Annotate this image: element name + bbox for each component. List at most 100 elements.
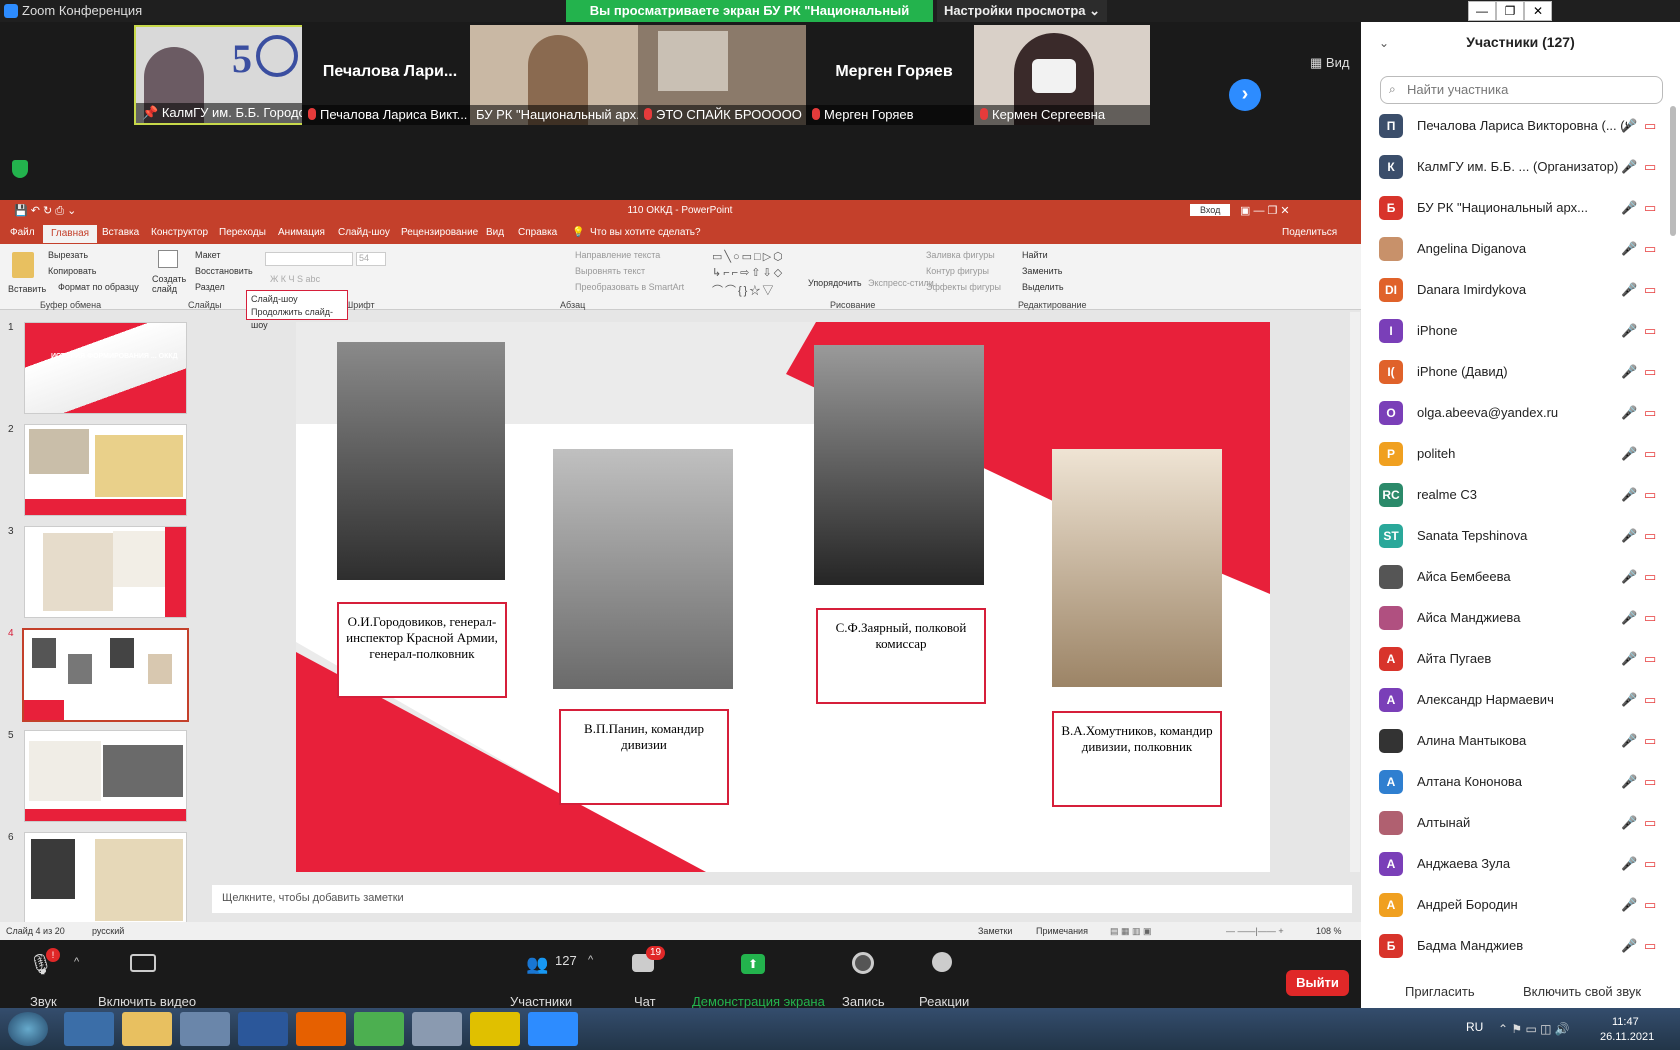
video-tile[interactable]: ЭТО СПАЙК БРООООО [638,25,814,125]
participants-button[interactable]: Участники [510,994,572,1009]
ie-icon[interactable] [64,1012,114,1046]
pdf-icon[interactable] [470,1012,520,1046]
slide-canvas[interactable]: О.И.Городовиков, генерал-инспектор Красн… [296,322,1270,872]
share-screen-icon[interactable]: ⬆ [741,954,765,974]
participant-row[interactable]: П Печалова Лариса Викторовна (... (Я) 🎤 ▭ [1361,106,1680,147]
participant-row[interactable]: Ppoliteh 🎤 ▭ [1361,434,1680,475]
tab-home[interactable]: Главная [43,225,98,243]
chat-button[interactable]: Чат [634,994,656,1009]
participant-row[interactable]: К КалмГУ им. Б.Б. ... (Организатор) 🎤 ▭ [1361,147,1680,188]
replace-button[interactable]: Заменить [1022,266,1062,276]
video-tile[interactable]: Мерген Горяев Мерген Горяев [806,25,982,125]
slide-thumbnail[interactable] [24,526,187,618]
participant-row[interactable]: IiPhone 🎤 ▭ [1361,311,1680,352]
explorer-icon[interactable] [122,1012,172,1046]
shape-fill-button[interactable]: Заливка фигуры [926,250,995,260]
restore-button[interactable]: ❐ [1496,1,1524,21]
participant-row[interactable]: А Анджаева Зула 🎤 ▭ [1361,844,1680,885]
participant-row[interactable]: Б БУ РК "Национальный арх... 🎤 ▭ [1361,188,1680,229]
tab-transitions[interactable]: Переходы [219,227,266,238]
signin-button[interactable]: Вход [1190,204,1231,216]
status-comments-button[interactable]: Примечания [1036,926,1088,936]
clock-date[interactable]: 26.11.2021 [1600,1031,1654,1043]
zoom-level[interactable]: 108 % [1316,926,1342,936]
close-button[interactable]: ✕ [1524,1,1552,21]
view-mode-icons[interactable]: ▤ ▦ ▥ ▣ [1110,926,1152,937]
section-button[interactable]: Раздел [195,282,225,292]
media-player-icon[interactable] [180,1012,230,1046]
notes-pane[interactable]: Щелкните, чтобы добавить заметки [212,885,1352,913]
font-size-box[interactable]: 54 [356,252,386,266]
ppt-window-controls[interactable]: ▣ — ❐ ✕ [1240,204,1290,217]
smartart-button[interactable]: Преобразовать в SmartArt [575,282,684,292]
tab-animation[interactable]: Анимация [278,227,325,238]
shapes-gallery-row3[interactable]: ⌒⌒{}☆▽ [712,282,775,298]
tab-help[interactable]: Справка [518,227,557,238]
next-page-button[interactable]: › [1229,79,1261,111]
share-screen-button[interactable]: Демонстрация экрана [692,994,825,1009]
paste-button[interactable]: Вставить [8,284,46,294]
participant-row[interactable]: RC realme C3 🎤 ▭ [1361,475,1680,516]
participant-row[interactable]: А Андрей Бородин 🎤 ▭ [1361,885,1680,926]
share-button[interactable]: Поделиться [1282,227,1337,238]
participant-row[interactable]: Айса Бембеева 🎤 ▭ [1361,557,1680,598]
participant-row[interactable]: А Айта Пугаев 🎤 ▭ [1361,639,1680,680]
shape-effects-button[interactable]: Эффекты фигуры [926,282,1001,292]
tray-icons[interactable]: ⌃ ⚑ ▭ ◫ 🔊 [1498,1022,1570,1036]
slide-thumbnail[interactable] [24,832,187,922]
paint-icon[interactable] [412,1012,462,1046]
slide-thumbnail[interactable] [24,424,187,516]
participant-row[interactable]: Oolga.abeeva@yandex.ru 🎤 ▭ [1361,393,1680,434]
record-icon[interactable] [852,952,874,974]
start-button-icon[interactable] [8,1012,48,1046]
reactions-button[interactable]: Реакции [919,994,969,1009]
reactions-icon[interactable] [932,952,952,972]
participant-row[interactable]: I(iPhone (Давид) 🎤 ▭ [1361,352,1680,393]
slide-thumbnail[interactable] [24,730,187,822]
reset-button[interactable]: Восстановить [195,266,253,276]
shape-outline-button[interactable]: Контур фигуры [926,266,989,276]
status-notes-button[interactable]: Заметки [978,926,1012,936]
status-language[interactable]: русский [92,926,124,936]
participant-row[interactable]: DI Danara Imirdykova 🎤 ▭ [1361,270,1680,311]
participant-row[interactable]: Angelina Diganova 🎤 ▭ [1361,229,1680,270]
zoom-app-icon[interactable] [528,1012,578,1046]
video-tile[interactable]: Кермен Сергеевна [974,25,1150,125]
layout-button[interactable]: Макет [195,250,220,260]
vertical-scrollbar[interactable] [1350,312,1360,872]
find-button[interactable]: Найти [1022,250,1048,260]
quick-styles-button[interactable]: Экспресс-стили [868,278,934,288]
participant-search-input[interactable]: Найти участника [1380,76,1663,104]
video-button[interactable]: Включить видео [98,994,196,1009]
clock-time[interactable]: 11:47 [1612,1016,1639,1028]
font-name-box[interactable] [265,252,353,266]
shapes-gallery[interactable]: ▭╲○▭□▷⬡ [712,250,785,263]
new-slide-button[interactable]: Создать слайд [152,274,186,294]
record-button[interactable]: Запись [842,994,885,1009]
tell-me-search[interactable]: Что вы хотите сделать? [590,227,701,238]
invite-button[interactable]: Пригласить [1405,984,1475,999]
video-tile[interactable]: БУ РК "Национальный арх... [470,25,646,125]
security-shield-icon[interactable] [12,160,28,178]
participant-row[interactable]: А Александр Нармаевич 🎤 ▭ [1361,680,1680,721]
participant-row[interactable]: Алина Мантыкова 🎤 ▭ [1361,721,1680,762]
participants-caret[interactable]: ^ [588,954,593,966]
view-settings-button[interactable]: Настройки просмотра ⌄ [937,0,1107,22]
tab-design[interactable]: Конструктор [151,227,208,238]
ppt-quick-access-icons[interactable]: 💾 ↶ ↻ ⎙ ⌄ [14,204,76,218]
slide-thumbnail-selected[interactable] [22,628,189,722]
tab-file[interactable]: Файл [10,227,35,238]
arrange-button[interactable]: Упорядочить [808,278,862,288]
unmute-self-button[interactable]: Включить свой звук [1523,984,1641,999]
slideshow-popup[interactable]: Слайд-шоу Продолжить слайд-шоу [246,290,348,330]
minimize-button[interactable]: — [1468,1,1496,21]
zoom-slider[interactable]: — ——|—— + [1226,926,1284,936]
firefox-icon[interactable] [296,1012,346,1046]
leave-button[interactable]: Выйти [1286,970,1349,996]
tab-review[interactable]: Рецензирование [401,227,478,238]
panel-scrollbar[interactable] [1670,106,1676,236]
language-indicator[interactable]: RU [1466,1020,1483,1034]
select-button[interactable]: Выделить [1022,282,1064,292]
participant-row[interactable]: А Алтана Кононова 🎤 ▭ [1361,762,1680,803]
view-button[interactable]: ▦ Вид [1310,55,1349,71]
